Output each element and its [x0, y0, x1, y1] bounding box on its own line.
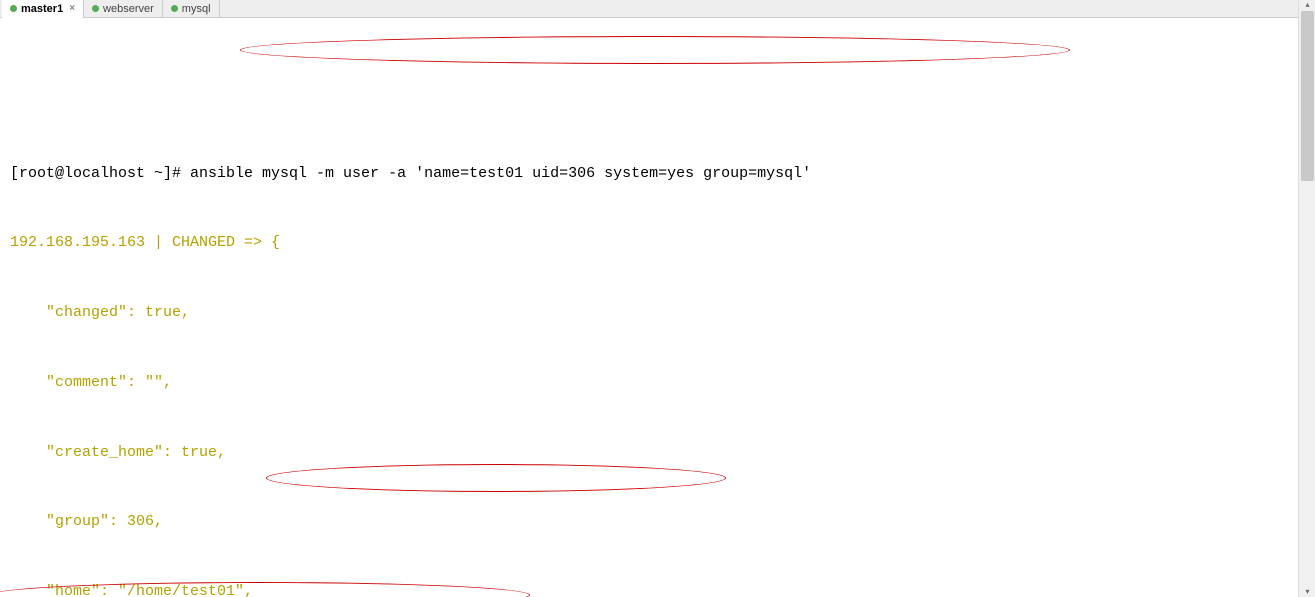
tab-mysql[interactable]: mysql	[163, 0, 220, 18]
tab-webserver[interactable]: webserver	[84, 0, 163, 18]
scrollbar-down-icon[interactable]: ▾	[1299, 587, 1315, 597]
output-line: "create_home": true,	[10, 441, 1305, 464]
close-icon[interactable]: ×	[69, 3, 75, 14]
tab-bar: master1 × webserver mysql	[0, 0, 1315, 18]
scrollbar-up-icon[interactable]: ▴	[1299, 0, 1315, 10]
output-line: "changed": true,	[10, 301, 1305, 324]
output-line: "comment": "",	[10, 371, 1305, 394]
command-text: ansible mysql -m user -a 'name=test01 ui…	[190, 165, 811, 182]
annotation-ellipse-2	[266, 464, 726, 492]
prompt-prefix: [root@localhost ~]#	[10, 165, 190, 182]
tab-master1[interactable]: master1 ×	[2, 0, 84, 18]
scrollbar-thumb[interactable]	[1301, 11, 1314, 181]
terminal-content[interactable]: [root@localhost ~]# ansible mysql -m use…	[0, 18, 1315, 597]
status-dot-icon	[92, 5, 99, 12]
tab-label: master1	[21, 3, 63, 15]
annotation-ellipse-1	[240, 36, 1070, 64]
status-dot-icon	[171, 5, 178, 12]
output-line: "home": "/home/test01",	[10, 580, 1305, 597]
status-dot-icon	[10, 5, 17, 12]
prompt-line-1: [root@localhost ~]# ansible mysql -m use…	[10, 162, 1305, 185]
scrollbar[interactable]: ▴ ▾	[1298, 0, 1315, 597]
output-line: "group": 306,	[10, 510, 1305, 533]
tab-label: mysql	[182, 3, 211, 15]
tab-label: webserver	[103, 3, 154, 15]
output-line: 192.168.195.163 | CHANGED => {	[10, 231, 1305, 254]
